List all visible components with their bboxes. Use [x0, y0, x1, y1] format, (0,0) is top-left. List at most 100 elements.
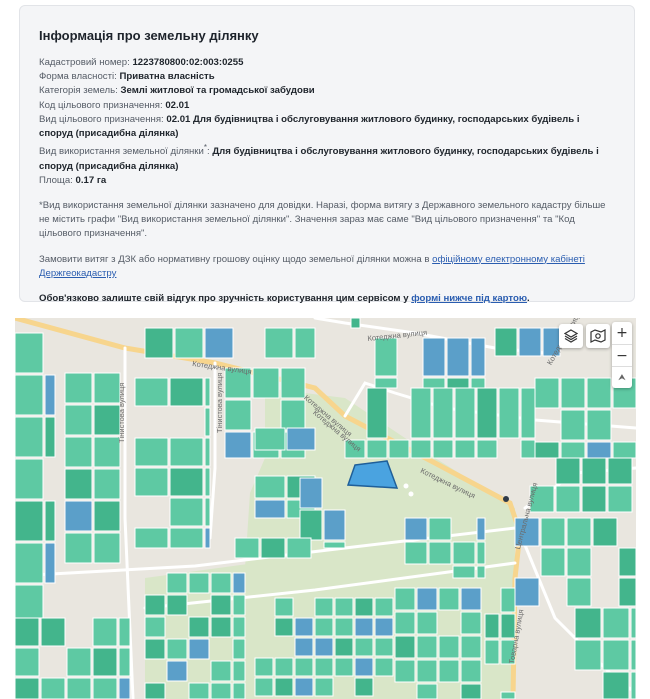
parcel: [15, 458, 44, 500]
parcel: [612, 441, 636, 459]
parcel: [254, 475, 286, 499]
parcel: [484, 613, 500, 639]
poi-marker: [503, 496, 509, 502]
parcel: [44, 500, 56, 542]
layers-button[interactable]: [559, 324, 583, 348]
land-category-value: Землі житлової та громадської забудови: [120, 85, 315, 97]
reset-north-button[interactable]: ⮝: [612, 366, 632, 388]
parcel: [40, 617, 66, 647]
parcel: [452, 565, 476, 579]
parcel: [15, 617, 40, 647]
parcel: [118, 677, 131, 699]
parcel: [432, 387, 454, 439]
purpose-type-row: Вид цільового призначення: 02.01 Для буд…: [39, 113, 615, 141]
parcel: [438, 659, 460, 683]
parcel: [294, 637, 314, 657]
area-value: 0.17 га: [75, 174, 107, 186]
land-category-row: Категорія земель: Землі житлової та гром…: [39, 84, 615, 98]
parcel: [93, 532, 121, 564]
parcel: [210, 594, 232, 616]
parcel: [586, 441, 612, 459]
parcel: [232, 660, 246, 682]
parcel: [555, 485, 581, 513]
parcel: [394, 587, 416, 611]
parcel: [144, 682, 166, 699]
parcel: [204, 527, 211, 549]
parcel: [602, 671, 630, 699]
parcel: [520, 439, 536, 459]
area-row: Площа: 0.17 га: [39, 174, 615, 188]
parcel: [294, 327, 316, 359]
parcel: [314, 677, 334, 697]
parcel: [15, 677, 40, 699]
zoom-in-button[interactable]: +: [612, 322, 632, 344]
parcel: [470, 337, 486, 377]
parcel: [15, 416, 44, 458]
parcel: [460, 587, 482, 611]
cadastral-map[interactable]: Котеджна вулиця Котеджна вулиця Котеджна…: [15, 318, 636, 699]
feedback-form-link[interactable]: формі нижче під картою: [411, 293, 527, 304]
map-legend-icon: [590, 329, 606, 343]
parcel: [494, 327, 518, 357]
parcel: [618, 577, 636, 607]
parcel: [460, 635, 482, 659]
parcel: [166, 660, 188, 682]
parcel: [188, 682, 210, 699]
parcel: [476, 517, 486, 541]
parcel: [416, 635, 438, 659]
street-label-tinistova: Тінистова вулиця: [117, 382, 126, 443]
parcel: [334, 617, 354, 637]
feedback-end: .: [527, 293, 530, 305]
parcel: [280, 399, 306, 431]
parcel: [560, 377, 586, 409]
map-marker: [403, 483, 409, 489]
area-label: Площа:: [39, 174, 73, 186]
parcel: [15, 647, 40, 677]
parcel: [204, 497, 211, 527]
parcel: [416, 611, 438, 635]
parcel: [388, 439, 410, 459]
parcel: [166, 638, 188, 660]
parcel: [460, 683, 482, 699]
usage-type-row: Вид використання земельної ділянки*: Для…: [39, 141, 615, 174]
parcel: [586, 409, 612, 441]
map-canvas[interactable]: [15, 318, 636, 699]
parcel: [232, 682, 246, 699]
parcel: [15, 332, 44, 374]
parcel: [334, 657, 354, 677]
parcel: [166, 572, 188, 594]
map-marker-2: [408, 491, 414, 497]
purpose-code-label: Код цільового призначення:: [39, 99, 163, 111]
legend-button[interactable]: [586, 324, 610, 348]
ownership-label: Форма власності:: [39, 71, 117, 83]
parcel: [581, 485, 607, 513]
land-category-label: Категорія земель:: [39, 85, 118, 97]
parcel: [15, 584, 44, 619]
parcel: [422, 337, 446, 377]
parcel: [574, 607, 602, 639]
card-title: Інформація про земельну ділянку: [39, 28, 259, 43]
parcel: [416, 659, 438, 683]
parcel: [274, 597, 294, 617]
parcel: [232, 594, 246, 616]
parcel: [44, 416, 56, 458]
parcel: [354, 657, 374, 677]
parcel: [274, 657, 294, 677]
parcel: [254, 427, 286, 451]
parcel: [210, 682, 232, 699]
parcel: [438, 587, 460, 611]
feedback-paragraph: Обов'язково залиште свій відгук про зруч…: [39, 292, 615, 306]
cadastral-number-row: Кадастровий номер: 1223780800:02:003:025…: [39, 56, 615, 70]
parcel: [520, 387, 536, 439]
parcel: [500, 587, 516, 613]
parcel: [432, 439, 454, 459]
parcel: [274, 677, 294, 697]
parcel: [232, 638, 246, 660]
cadastral-number-value: 1223780800:02:003:0255: [132, 57, 244, 68]
zoom-out-button[interactable]: −: [612, 344, 632, 366]
parcel: [476, 565, 486, 579]
parcel: [314, 637, 334, 657]
parcel: [618, 547, 636, 577]
parcel: [210, 616, 232, 638]
parcel: [422, 377, 446, 389]
